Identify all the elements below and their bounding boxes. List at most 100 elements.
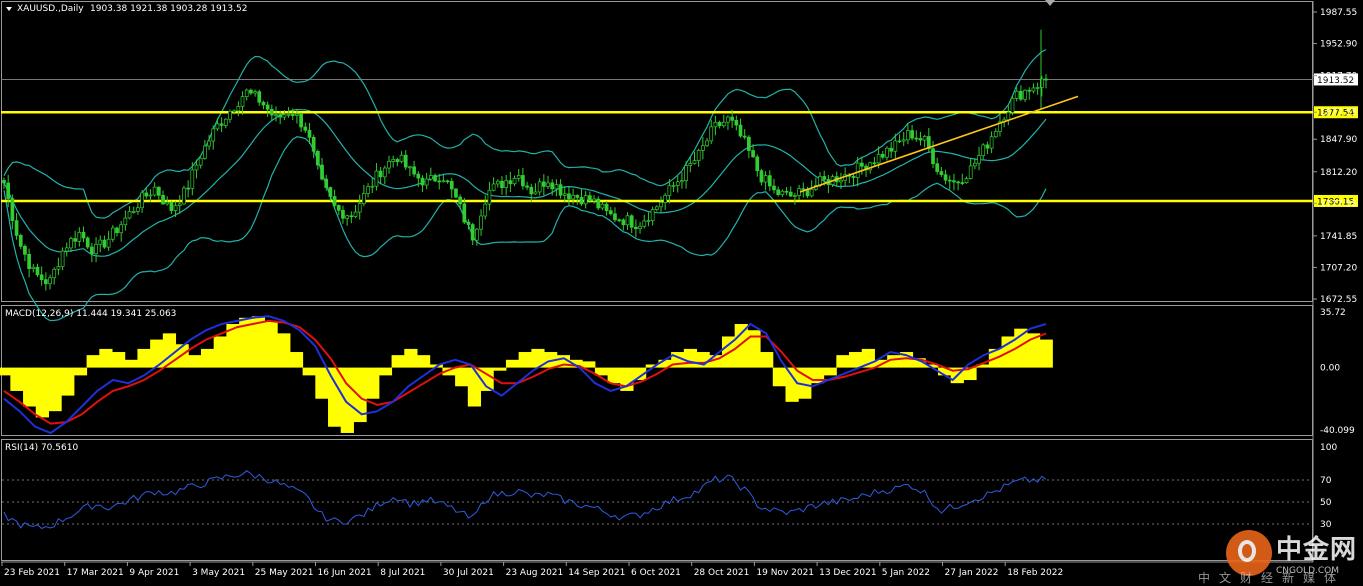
candle-body xyxy=(190,169,195,189)
candle-body xyxy=(897,140,902,143)
candle-body xyxy=(956,181,960,184)
candle-body xyxy=(500,180,504,188)
macd-histogram-bar xyxy=(734,324,748,368)
candle-body xyxy=(721,121,726,127)
candle-body xyxy=(579,197,584,205)
candle-body xyxy=(717,121,722,127)
candle-body xyxy=(1044,78,1048,81)
candle-body xyxy=(14,220,19,236)
time-tick-label: 27 Jan 2022 xyxy=(945,568,999,578)
candle-body xyxy=(726,116,730,123)
candle-body xyxy=(90,246,94,255)
macd-histogram-bar xyxy=(289,352,304,368)
candle-body xyxy=(10,198,15,221)
candle-body xyxy=(763,175,768,183)
candle-body xyxy=(671,185,676,187)
candle-body xyxy=(1023,89,1027,100)
candle-body xyxy=(822,176,827,180)
candle-body xyxy=(943,174,948,181)
candle-body xyxy=(705,140,709,147)
ohlc-readout: 1903.38 1921.38 1903.28 1913.52 xyxy=(90,4,247,14)
time-tick-label: 5 Jan 2022 xyxy=(882,568,930,578)
candle-body xyxy=(504,180,509,188)
candle-body xyxy=(1010,97,1015,113)
candle-body xyxy=(98,239,103,245)
candle-body xyxy=(169,201,174,211)
time-tick-label: 23 Aug 2021 xyxy=(506,568,564,578)
macd-histogram-bar xyxy=(518,352,532,368)
candle-body xyxy=(621,219,626,226)
price-tick-label: 1777.55 xyxy=(1320,199,1357,209)
candle-body xyxy=(508,180,513,185)
watermark-brand: 中金网 xyxy=(1275,535,1357,565)
candle-body xyxy=(416,173,421,179)
macd-histogram-bar xyxy=(315,367,329,399)
candle-body xyxy=(985,144,990,149)
macd-histogram-bar xyxy=(99,348,113,368)
candle-body xyxy=(43,279,48,285)
trading-chart[interactable]: 1877.541780.151913.52 1987.551952.901917… xyxy=(0,0,1363,586)
time-tick-label: 16 Jun 2021 xyxy=(318,568,372,578)
candle-body xyxy=(809,188,814,197)
candle-body xyxy=(893,140,898,152)
rsi-tick-label: 70 xyxy=(1320,476,1332,486)
candle-body xyxy=(458,196,462,205)
candle-body xyxy=(537,181,542,193)
candle-body xyxy=(608,210,613,215)
candle-body xyxy=(541,181,546,187)
price-tick-label: 1741.85 xyxy=(1320,232,1357,242)
candle-body xyxy=(692,160,697,164)
macd-histogram-bar xyxy=(785,367,799,402)
candle-body xyxy=(362,193,366,204)
candle-body xyxy=(428,175,433,180)
price-tick-label: 1952.90 xyxy=(1320,40,1357,50)
candle-body xyxy=(69,238,73,249)
candle-body xyxy=(851,175,856,178)
macd-histogram-bar xyxy=(162,333,177,368)
candle-body xyxy=(914,137,919,140)
candle-body xyxy=(140,192,144,209)
candle-body xyxy=(378,170,383,178)
candle-body xyxy=(751,150,755,158)
macd-histogram-bar xyxy=(823,367,837,376)
candle-body xyxy=(596,198,601,209)
candle-body xyxy=(588,195,592,202)
candle-body xyxy=(31,266,36,269)
macd-histogram-bar xyxy=(836,355,850,368)
candle-body xyxy=(328,187,333,197)
candle-body xyxy=(249,89,253,94)
candle-body xyxy=(357,203,362,213)
candle-body xyxy=(52,268,57,279)
candle-body xyxy=(102,239,107,248)
candle-body xyxy=(115,227,119,234)
macd-histogram-bar xyxy=(467,367,482,407)
candle-body xyxy=(571,195,575,200)
candle-body xyxy=(495,180,500,185)
candle-body xyxy=(487,189,492,205)
candle-body xyxy=(23,245,27,255)
price-tick-label: 1917.70 xyxy=(1320,72,1357,82)
candle-body xyxy=(659,202,663,208)
candle-body xyxy=(742,135,747,138)
candle-body xyxy=(901,139,906,142)
candle-body xyxy=(613,213,617,221)
watermark-tagline: 中文财经新媒体 xyxy=(1197,571,1345,585)
candle-body xyxy=(119,224,124,234)
macd-tick-label: -40.099 xyxy=(1320,426,1355,436)
time-tick-label: 17 Mar 2021 xyxy=(67,568,124,578)
candle-body xyxy=(232,110,237,113)
candle-body xyxy=(801,188,806,191)
candle-body xyxy=(567,193,571,200)
candle-body xyxy=(223,118,228,126)
candle-body xyxy=(466,221,471,225)
macd-histogram-bar xyxy=(404,348,418,368)
price-tick-label: 1847.90 xyxy=(1320,135,1357,145)
candle-body xyxy=(131,211,136,213)
macd-histogram-bar xyxy=(23,367,37,407)
candle-body xyxy=(604,203,609,212)
time-tick-label: 23 Feb 2021 xyxy=(4,568,60,578)
candle-body xyxy=(973,162,977,167)
candle-body xyxy=(617,219,622,222)
candle-body xyxy=(654,206,659,210)
time-tick-label: 30 Jul 2021 xyxy=(443,568,494,578)
